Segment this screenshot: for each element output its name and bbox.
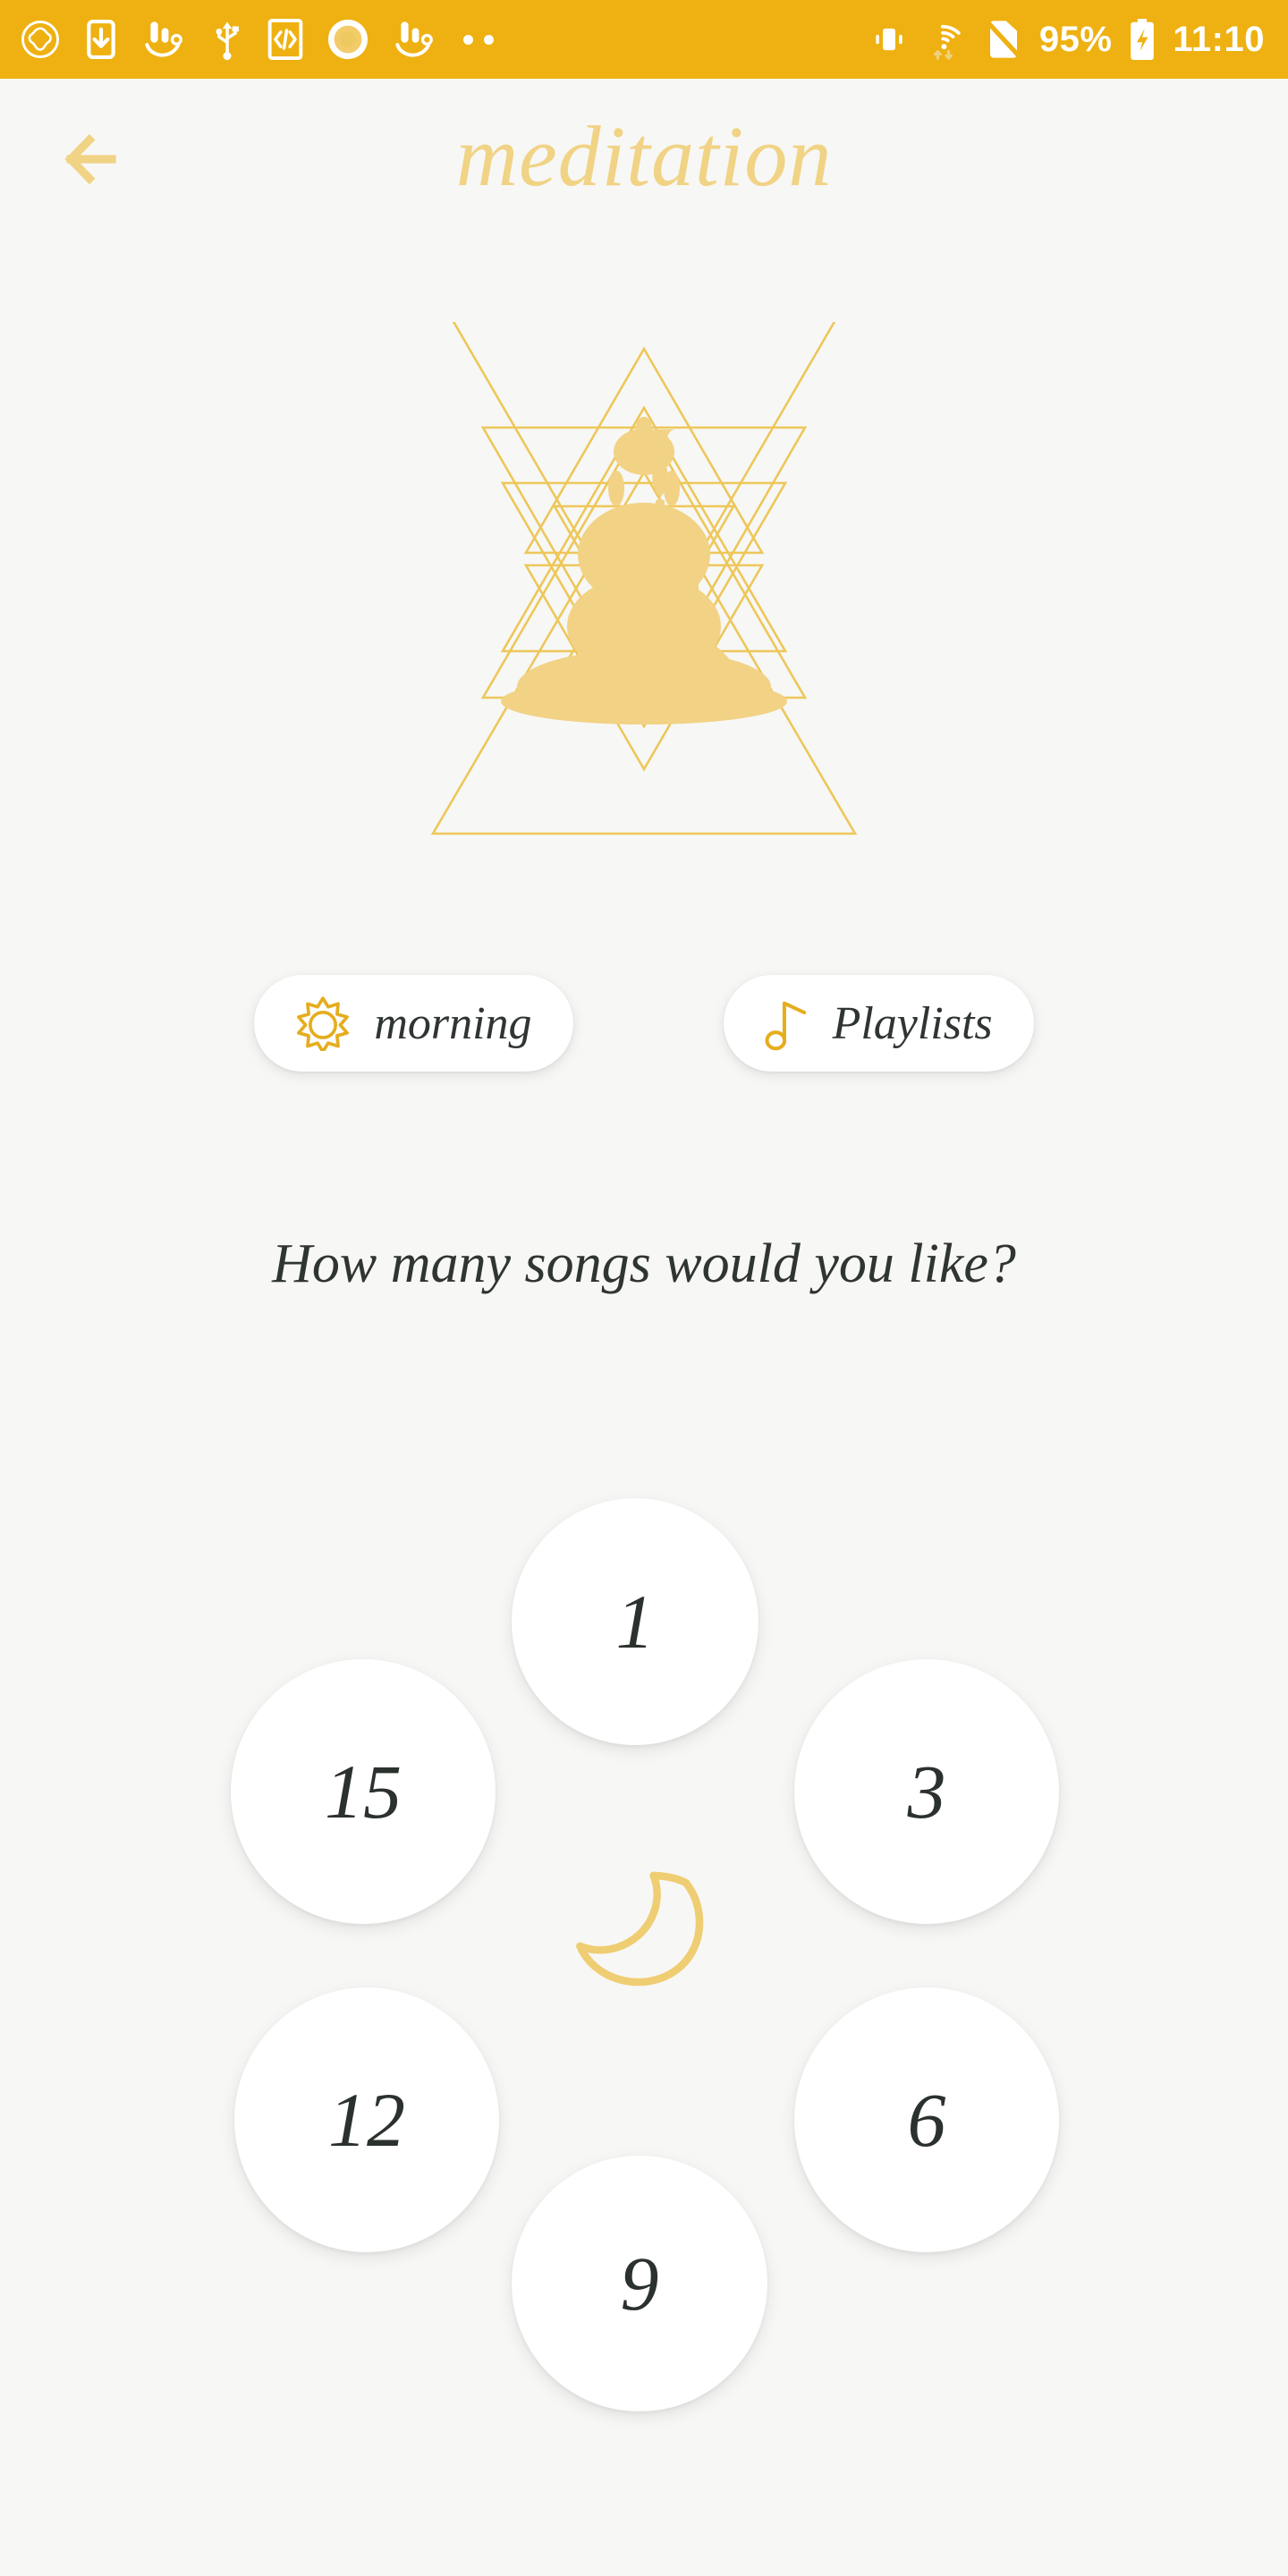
song-count-value: 12	[328, 2077, 405, 2163]
usb-icon	[209, 18, 245, 61]
status-bar-left-icons	[20, 17, 869, 62]
clock-label: 11:10	[1173, 19, 1265, 59]
app-header: meditation	[0, 79, 1288, 240]
playlists-button-label: Playlists	[832, 997, 993, 1049]
song-count-option-6[interactable]: 6	[794, 1987, 1059, 2252]
phone-download-icon	[82, 19, 120, 60]
status-bar: 95% 11:10	[0, 0, 1288, 79]
status-more-icon	[463, 34, 494, 45]
developer-code-icon	[267, 18, 304, 61]
song-count-value: 1	[615, 1579, 655, 1665]
song-count-value: 6	[907, 2077, 946, 2163]
song-count-option-15[interactable]: 15	[231, 1659, 496, 1924]
touchpal-keyboard-icon-2	[392, 19, 438, 60]
song-count-option-3[interactable]: 3	[794, 1659, 1059, 1924]
battery-charging-icon	[1128, 18, 1157, 61]
song-count-value: 3	[907, 1749, 946, 1835]
song-count-question: How many songs would you like?	[272, 1233, 1016, 1294]
status-bar-right-icons: 95% 11:10	[869, 18, 1265, 61]
song-count-option-9[interactable]: 9	[512, 2156, 767, 2411]
no-sim-icon	[983, 18, 1023, 61]
morning-button[interactable]: morning	[254, 975, 573, 1072]
touchpal-keyboard-icon	[141, 19, 188, 60]
record-circle-icon	[326, 17, 370, 62]
page-title: meditation	[455, 108, 833, 204]
crescent-moon-icon	[553, 1856, 732, 2026]
playlists-button[interactable]: Playlists	[723, 975, 1034, 1072]
battery-percent-label: 95%	[1038, 19, 1113, 59]
sun-icon	[295, 996, 351, 1051]
song-count-option-1[interactable]: 1	[512, 1498, 758, 1745]
wifi-icon	[925, 18, 968, 61]
music-note-icon	[765, 994, 809, 1053]
song-count-value: 9	[620, 2241, 659, 2326]
vibrate-icon	[869, 20, 909, 59]
app-screen: 95% 11:10 meditation morning Playlists H…	[0, 0, 1288, 2576]
buddha-sri-yantra-illustration	[358, 284, 930, 877]
mode-button-row: morning Playlists	[0, 975, 1288, 1072]
song-count-option-12[interactable]: 12	[234, 1987, 499, 2252]
morning-button-label: morning	[374, 997, 532, 1049]
song-count-value: 15	[325, 1749, 402, 1835]
sync-circle-icon	[20, 19, 61, 60]
